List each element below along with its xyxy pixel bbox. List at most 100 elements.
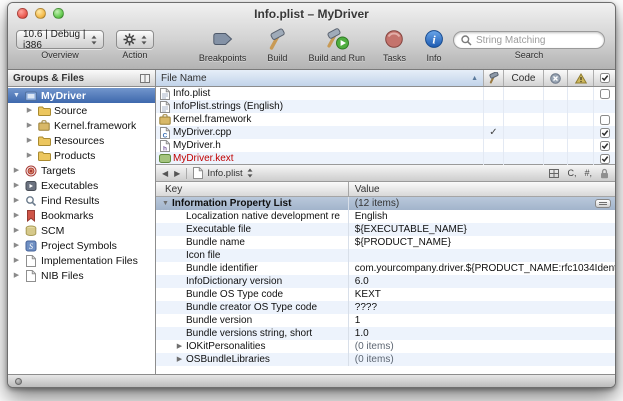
lock-icon[interactable] (600, 168, 609, 179)
column-header-errors[interactable] (543, 70, 567, 86)
disclosure-icon[interactable]: ▼ (161, 200, 170, 207)
plist-value-cell[interactable]: (12 items) (349, 197, 615, 210)
plist-row-bundle-versions-string-short[interactable]: Bundle versions string, short1.0 (156, 327, 615, 340)
disclosure-icon[interactable]: ▶ (25, 137, 34, 144)
disclosure-icon[interactable]: ▶ (12, 227, 21, 234)
action-popup[interactable] (116, 30, 154, 49)
build-status-cell (483, 87, 503, 100)
column-header-file-name[interactable]: File Name ▲ (156, 70, 483, 86)
value-column-header[interactable]: Value (349, 182, 615, 196)
plist-value-cell[interactable]: 6.0 (349, 275, 615, 288)
disclosure-icon[interactable]: ▶ (12, 182, 21, 189)
column-header-build[interactable] (483, 70, 503, 86)
sidebar-item-source[interactable]: ▶Source (8, 103, 155, 118)
grid-icon[interactable] (549, 169, 559, 178)
file-row-info-plist[interactable]: Info.plist (156, 87, 615, 100)
target-membership-checkbox[interactable] (593, 139, 615, 152)
file-row-infoplist-strings-english[interactable]: InfoPlist.strings (English) (156, 100, 615, 113)
counterpart-button[interactable]: C, (567, 168, 576, 178)
overview-popup[interactable]: 10.6 | Debug | i386 (16, 30, 104, 49)
search-input[interactable] (476, 35, 597, 46)
plist-value-cell[interactable]: ${EXECUTABLE_NAME} (349, 223, 615, 236)
plist-value-cell[interactable]: ???? (349, 301, 615, 314)
toolbar-item-tasks[interactable]: Tasks (383, 26, 406, 63)
plist-row-bundle-version[interactable]: Bundle version1 (156, 314, 615, 327)
sidebar-item-scm[interactable]: ▶SCM (8, 223, 155, 238)
sidebar-item-find-results[interactable]: ▶Find Results (8, 193, 155, 208)
toolbar-item-info[interactable]: iInfo (424, 26, 444, 63)
plist-row-osbundlelibraries[interactable]: ▶OSBundleLibraries(0 items) (156, 353, 615, 366)
file-row-kernel-framework[interactable]: Kernel.framework (156, 113, 615, 126)
sidebar-item-bookmarks[interactable]: ▶Bookmarks (8, 208, 155, 223)
forward-button[interactable]: ▶ (174, 169, 180, 178)
target-membership-checkbox[interactable] (593, 152, 615, 165)
sidebar-item-mydriver[interactable]: ▼MyDriver (8, 88, 155, 103)
plist-value-cell[interactable]: (0 items) (349, 353, 615, 366)
minimize-button[interactable] (35, 8, 46, 19)
plist-row-infodictionary-version[interactable]: InfoDictionary version6.0 (156, 275, 615, 288)
plist-value-cell[interactable]: ${PRODUCT_NAME} (349, 236, 615, 249)
target-membership-checkbox[interactable] (593, 126, 615, 139)
disclosure-icon[interactable]: ▶ (12, 257, 21, 264)
toolbar-item-build[interactable]: Build (264, 26, 290, 63)
plist-row-localization-native-development-re[interactable]: Localization native development reEnglis… (156, 210, 615, 223)
project-icon (24, 90, 38, 102)
file-row-mydriver-kext[interactable]: MyDriver.kext (156, 152, 615, 165)
disclosure-icon[interactable]: ▶ (12, 242, 21, 249)
sidebar-item-products[interactable]: ▶Products (8, 148, 155, 163)
sidebar-item-implementation-files[interactable]: ▶Implementation Files (8, 253, 155, 268)
plist-value-cell[interactable]: (0 items) (349, 340, 615, 353)
target-membership-checkbox[interactable] (593, 87, 615, 100)
disclosure-icon[interactable]: ▶ (12, 272, 21, 279)
column-header-code[interactable]: Code (503, 70, 543, 86)
groups-files-header[interactable]: Groups & Files (8, 70, 156, 86)
disclosure-icon[interactable]: ▼ (12, 92, 21, 99)
sidebar-item-executables[interactable]: ▶Executables (8, 178, 155, 193)
plist-row-bundle-name[interactable]: Bundle name${PRODUCT_NAME} (156, 236, 615, 249)
disclosure-icon[interactable]: ▶ (25, 152, 34, 159)
disclosure-icon[interactable]: ▶ (12, 167, 21, 174)
plist-value-cell[interactable]: 1 (349, 314, 615, 327)
doc-icon (24, 255, 38, 267)
plist-value-cell[interactable]: com.yourcompany.driver.${PRODUCT_NAME:rf… (349, 262, 615, 275)
close-button[interactable] (17, 8, 28, 19)
sidebar-item-targets[interactable]: ▶Targets (8, 163, 155, 178)
plist-row-bundle-os-type-code[interactable]: Bundle OS Type codeKEXT (156, 288, 615, 301)
toolbar-item-breakpoints[interactable]: Breakpoints (199, 26, 247, 63)
plist-row-bundle-identifier[interactable]: Bundle identifiercom.yourcompany.driver.… (156, 262, 615, 275)
plist-value-cell[interactable] (349, 249, 615, 262)
row-menu-button[interactable] (595, 199, 611, 208)
plist-row-icon-file[interactable]: Icon file (156, 249, 615, 262)
target-membership-checkbox[interactable] (593, 113, 615, 126)
toolbar-item-build-and-run[interactable]: Build and Run (308, 26, 365, 63)
disclosure-icon[interactable]: ▶ (25, 107, 34, 114)
search-field[interactable] (453, 31, 605, 49)
sidebar-item-kernel-framework[interactable]: ▶Kernel.framework (8, 118, 155, 133)
sidebar-item-nib-files[interactable]: ▶NIB Files (8, 268, 155, 283)
plist-value-cell[interactable]: KEXT (349, 288, 615, 301)
column-header-target[interactable] (593, 70, 615, 86)
plist-row-iokitpersonalities[interactable]: ▶IOKitPersonalities(0 items) (156, 340, 615, 353)
plist-row-executable-file[interactable]: Executable file${EXECUTABLE_NAME} (156, 223, 615, 236)
file-row-mydriver-h[interactable]: hMyDriver.h (156, 139, 615, 152)
sidebar-item-resources[interactable]: ▶Resources (8, 133, 155, 148)
zoom-button[interactable] (53, 8, 64, 19)
warning-icon (575, 73, 587, 84)
titlebar[interactable]: Info.plist – MyDriver (8, 3, 615, 24)
plist-row-information-property-list[interactable]: ▼Information Property List(12 items) (156, 197, 615, 210)
disclosure-icon[interactable]: ▶ (25, 122, 34, 129)
plist-row-bundle-creator-os-type-code[interactable]: Bundle creator OS Type code???? (156, 301, 615, 314)
column-header-warnings[interactable] (567, 70, 593, 86)
file-row-mydriver-cpp[interactable]: CMyDriver.cpp✓ (156, 126, 615, 139)
key-column-header[interactable]: Key (156, 182, 349, 196)
back-button[interactable]: ◀ (162, 169, 168, 178)
plist-value-cell[interactable]: 1.0 (349, 327, 615, 340)
methods-popup-button[interactable]: #, (584, 168, 592, 178)
disclosure-icon[interactable]: ▶ (175, 356, 184, 363)
plist-value-cell[interactable]: English (349, 210, 615, 223)
disclosure-icon[interactable]: ▶ (12, 197, 21, 204)
file-popup[interactable]: Info.plist (193, 167, 252, 179)
sidebar-item-project-symbols[interactable]: ▶SProject Symbols (8, 238, 155, 253)
disclosure-icon[interactable]: ▶ (12, 212, 21, 219)
disclosure-icon[interactable]: ▶ (175, 343, 184, 350)
